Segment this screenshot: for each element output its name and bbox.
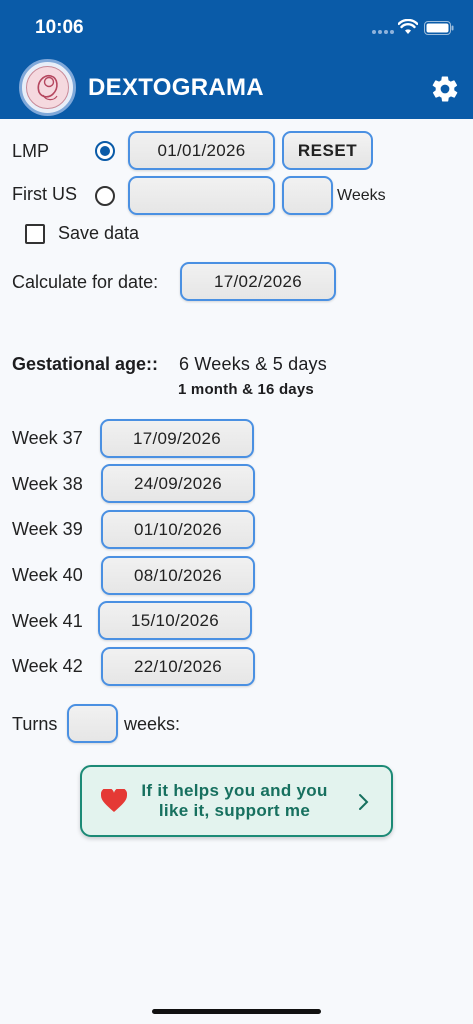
week-label: Week 41	[12, 611, 83, 631]
gestational-age-value: 6 Weeks & 5 days	[179, 354, 327, 374]
week-date-field[interactable]: 15/10/2026	[98, 601, 252, 640]
first-us-date-field[interactable]	[128, 176, 275, 215]
lmp-label: LMP	[12, 141, 50, 161]
support-button[interactable]: If it helps you and you like it, support…	[80, 765, 393, 837]
battery-icon	[424, 21, 454, 35]
signal-dots-icon	[372, 30, 394, 36]
week-label: Week 38	[12, 474, 83, 494]
gestational-age-label: Gestational age::	[12, 354, 159, 374]
app-title: DEXTOGRAMA	[88, 74, 264, 101]
first-us-weeks-field[interactable]	[282, 176, 333, 215]
fetus-logo	[19, 59, 76, 116]
calc-date-label: Calculate for date:	[12, 272, 159, 292]
save-data-label: Save data	[58, 223, 140, 243]
gear-icon[interactable]	[430, 74, 460, 104]
reset-button[interactable]: RESET	[282, 131, 373, 170]
calc-date-field[interactable]: 17/02/2026	[180, 262, 336, 301]
gestational-age-months: 1 month & 16 days	[178, 381, 314, 398]
week-label: Week 39	[12, 519, 83, 539]
heart-icon	[101, 789, 127, 812]
support-text: If it helps you and you like it, support…	[141, 781, 328, 820]
week-label: Week 40	[12, 565, 83, 585]
status-bar: 10:06	[0, 0, 473, 56]
week-date-field[interactable]: 08/10/2026	[101, 556, 255, 595]
turns-suffix-label: weeks:	[124, 714, 181, 734]
turns-label: Turns	[12, 714, 58, 734]
status-time: 10:06	[35, 17, 84, 38]
week-label: Week 37	[12, 428, 83, 448]
chevron-right-icon	[359, 794, 369, 810]
week-date-field[interactable]: 17/09/2026	[100, 419, 254, 458]
home-indicator	[152, 1009, 321, 1014]
weeks-label: Weeks	[337, 187, 386, 204]
lmp-radio[interactable]	[95, 141, 115, 161]
lmp-date-field[interactable]: 01/01/2026	[128, 131, 275, 170]
week-label: Week 42	[12, 656, 83, 676]
app-bar: DEXTOGRAMA	[0, 56, 473, 119]
save-data-checkbox[interactable]	[25, 224, 45, 244]
wifi-icon	[398, 19, 418, 34]
first-us-label: First US	[12, 184, 77, 204]
week-date-field[interactable]: 24/09/2026	[101, 464, 255, 503]
turns-field[interactable]	[67, 704, 118, 743]
week-date-field[interactable]: 01/10/2026	[101, 510, 255, 549]
week-date-field[interactable]: 22/10/2026	[101, 647, 255, 686]
first-us-radio[interactable]	[95, 186, 115, 206]
